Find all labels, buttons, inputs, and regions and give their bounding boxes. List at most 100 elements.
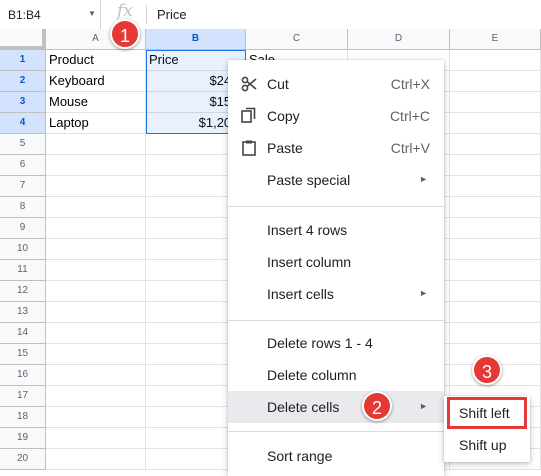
submenu-item-shift-up[interactable]: Shift up bbox=[444, 430, 530, 460]
grid-cell[interactable] bbox=[46, 134, 146, 155]
grid-cell[interactable] bbox=[46, 218, 146, 239]
grid-cell[interactable] bbox=[450, 302, 541, 323]
menu-divider bbox=[228, 206, 444, 207]
grid-cell[interactable] bbox=[46, 197, 146, 218]
formula-bar: B1:B4 ▼ fx Price bbox=[0, 0, 541, 30]
menu-item-delete-column-label: Delete column bbox=[267, 367, 357, 383]
clipboard-icon bbox=[242, 140, 256, 156]
cell-a2[interactable]: Keyboard bbox=[46, 71, 146, 92]
menu-item-insert-rows[interactable]: Insert 4 rows bbox=[228, 214, 444, 246]
row-header-14[interactable]: 14 bbox=[0, 323, 46, 344]
context-menu: Cut Ctrl+X Copy Ctrl+C Paste Ctrl+V Past… bbox=[228, 60, 444, 476]
formula-input[interactable]: Price bbox=[157, 7, 187, 22]
grid-cell[interactable] bbox=[46, 302, 146, 323]
menu-item-insert-column-label: Insert column bbox=[267, 254, 352, 270]
row-header-8[interactable]: 8 bbox=[0, 197, 46, 218]
grid-cell[interactable] bbox=[46, 281, 146, 302]
column-header-e[interactable]: E bbox=[450, 29, 541, 50]
menu-item-cut-shortcut: Ctrl+X bbox=[390, 76, 430, 92]
grid-cell[interactable] bbox=[450, 176, 541, 197]
grid-cell[interactable] bbox=[450, 197, 541, 218]
grid-cell[interactable] bbox=[46, 323, 146, 344]
menu-item-paste-special-label: Paste special bbox=[267, 172, 351, 188]
grid-cell[interactable] bbox=[450, 92, 541, 113]
row-header-15[interactable]: 15 bbox=[0, 344, 46, 365]
select-all-corner[interactable] bbox=[0, 29, 46, 50]
cell-a3[interactable]: Mouse bbox=[46, 92, 146, 113]
grid-cell[interactable] bbox=[450, 323, 541, 344]
menu-item-cut[interactable]: Cut Ctrl+X bbox=[228, 68, 444, 100]
row-header-3[interactable]: 3 bbox=[0, 92, 46, 113]
menu-item-insert-cells-label: Insert cells bbox=[267, 286, 334, 302]
submenu-item-shift-up-label: Shift up bbox=[459, 437, 507, 453]
row-header-13[interactable]: 13 bbox=[0, 302, 46, 323]
menu-item-insert-column[interactable]: Insert column bbox=[228, 246, 444, 278]
menu-item-sort-range-label: Sort range bbox=[267, 448, 333, 464]
menu-item-sort-range[interactable]: Sort range bbox=[228, 440, 444, 472]
row-header-2[interactable]: 2 bbox=[0, 71, 46, 92]
row-header-17[interactable]: 17 bbox=[0, 386, 46, 407]
submenu-arrow-icon: ► bbox=[419, 174, 428, 184]
grid-cell[interactable] bbox=[450, 281, 541, 302]
name-box-dropdown-icon[interactable]: ▼ bbox=[88, 9, 96, 18]
row-header-12[interactable]: 12 bbox=[0, 281, 46, 302]
column-header-d[interactable]: D bbox=[348, 29, 450, 50]
menu-item-paste-label: Paste bbox=[267, 140, 303, 156]
scissors-icon bbox=[241, 76, 257, 92]
row-header-1[interactable]: 1 bbox=[0, 50, 46, 71]
row-header-16[interactable]: 16 bbox=[0, 365, 46, 386]
row-header-18[interactable]: 18 bbox=[0, 407, 46, 428]
grid-cell[interactable] bbox=[450, 113, 541, 134]
row-header-19[interactable]: 19 bbox=[0, 428, 46, 449]
grid-cell[interactable] bbox=[450, 71, 541, 92]
row-header-20[interactable]: 20 bbox=[0, 449, 46, 470]
grid-cell[interactable] bbox=[450, 260, 541, 281]
column-header-c[interactable]: C bbox=[246, 29, 348, 50]
menu-item-delete-cells[interactable]: Delete cells ► bbox=[228, 391, 444, 423]
menu-item-cut-label: Cut bbox=[267, 76, 289, 92]
grid-cell[interactable] bbox=[46, 407, 146, 428]
submenu-arrow-icon: ► bbox=[419, 288, 428, 298]
name-box[interactable]: B1:B4 ▼ bbox=[0, 0, 101, 29]
grid-cell[interactable] bbox=[450, 50, 541, 71]
menu-item-insert-rows-label: Insert 4 rows bbox=[267, 222, 348, 238]
name-box-value: B1:B4 bbox=[8, 8, 41, 22]
menu-item-copy-label: Copy bbox=[267, 108, 300, 124]
grid-cell[interactable] bbox=[46, 344, 146, 365]
menu-item-paste-special[interactable]: Paste special ► bbox=[228, 164, 444, 196]
cell-a4[interactable]: Laptop bbox=[46, 113, 146, 134]
grid-cell[interactable] bbox=[46, 386, 146, 407]
row-header-5[interactable]: 5 bbox=[0, 134, 46, 155]
fx-icon: fx bbox=[117, 1, 133, 21]
row-header-11[interactable]: 11 bbox=[0, 260, 46, 281]
grid-cell[interactable] bbox=[450, 134, 541, 155]
step-badge-1: 1 bbox=[110, 19, 140, 49]
grid-cell[interactable] bbox=[46, 428, 146, 449]
menu-item-insert-cells[interactable]: Insert cells ► bbox=[228, 278, 444, 310]
cell-a1[interactable]: Product bbox=[46, 50, 146, 71]
row-header-4[interactable]: 4 bbox=[0, 113, 46, 134]
grid-cell[interactable] bbox=[46, 176, 146, 197]
column-header-b[interactable]: B bbox=[146, 29, 246, 50]
menu-item-paste[interactable]: Paste Ctrl+V bbox=[228, 132, 444, 164]
grid-cell[interactable] bbox=[46, 365, 146, 386]
row-header-7[interactable]: 7 bbox=[0, 176, 46, 197]
menu-item-delete-rows[interactable]: Delete rows 1 - 4 bbox=[228, 327, 444, 359]
formula-separator bbox=[146, 5, 147, 24]
menu-item-delete-rows-label: Delete rows 1 - 4 bbox=[267, 335, 373, 351]
shift-left-highlight-box bbox=[447, 397, 527, 429]
grid-cell[interactable] bbox=[46, 155, 146, 176]
grid-cell[interactable] bbox=[46, 260, 146, 281]
row-header-10[interactable]: 10 bbox=[0, 239, 46, 260]
grid-cell[interactable] bbox=[450, 239, 541, 260]
menu-item-copy[interactable]: Copy Ctrl+C bbox=[228, 100, 444, 132]
submenu-arrow-icon: ► bbox=[419, 401, 428, 411]
grid-cell[interactable] bbox=[46, 449, 146, 470]
step-badge-3: 3 bbox=[472, 355, 502, 385]
grid-cell[interactable] bbox=[450, 155, 541, 176]
grid-cell[interactable] bbox=[46, 239, 146, 260]
row-header-6[interactable]: 6 bbox=[0, 155, 46, 176]
row-header-9[interactable]: 9 bbox=[0, 218, 46, 239]
grid-cell[interactable] bbox=[450, 218, 541, 239]
menu-item-delete-column[interactable]: Delete column bbox=[228, 359, 444, 391]
